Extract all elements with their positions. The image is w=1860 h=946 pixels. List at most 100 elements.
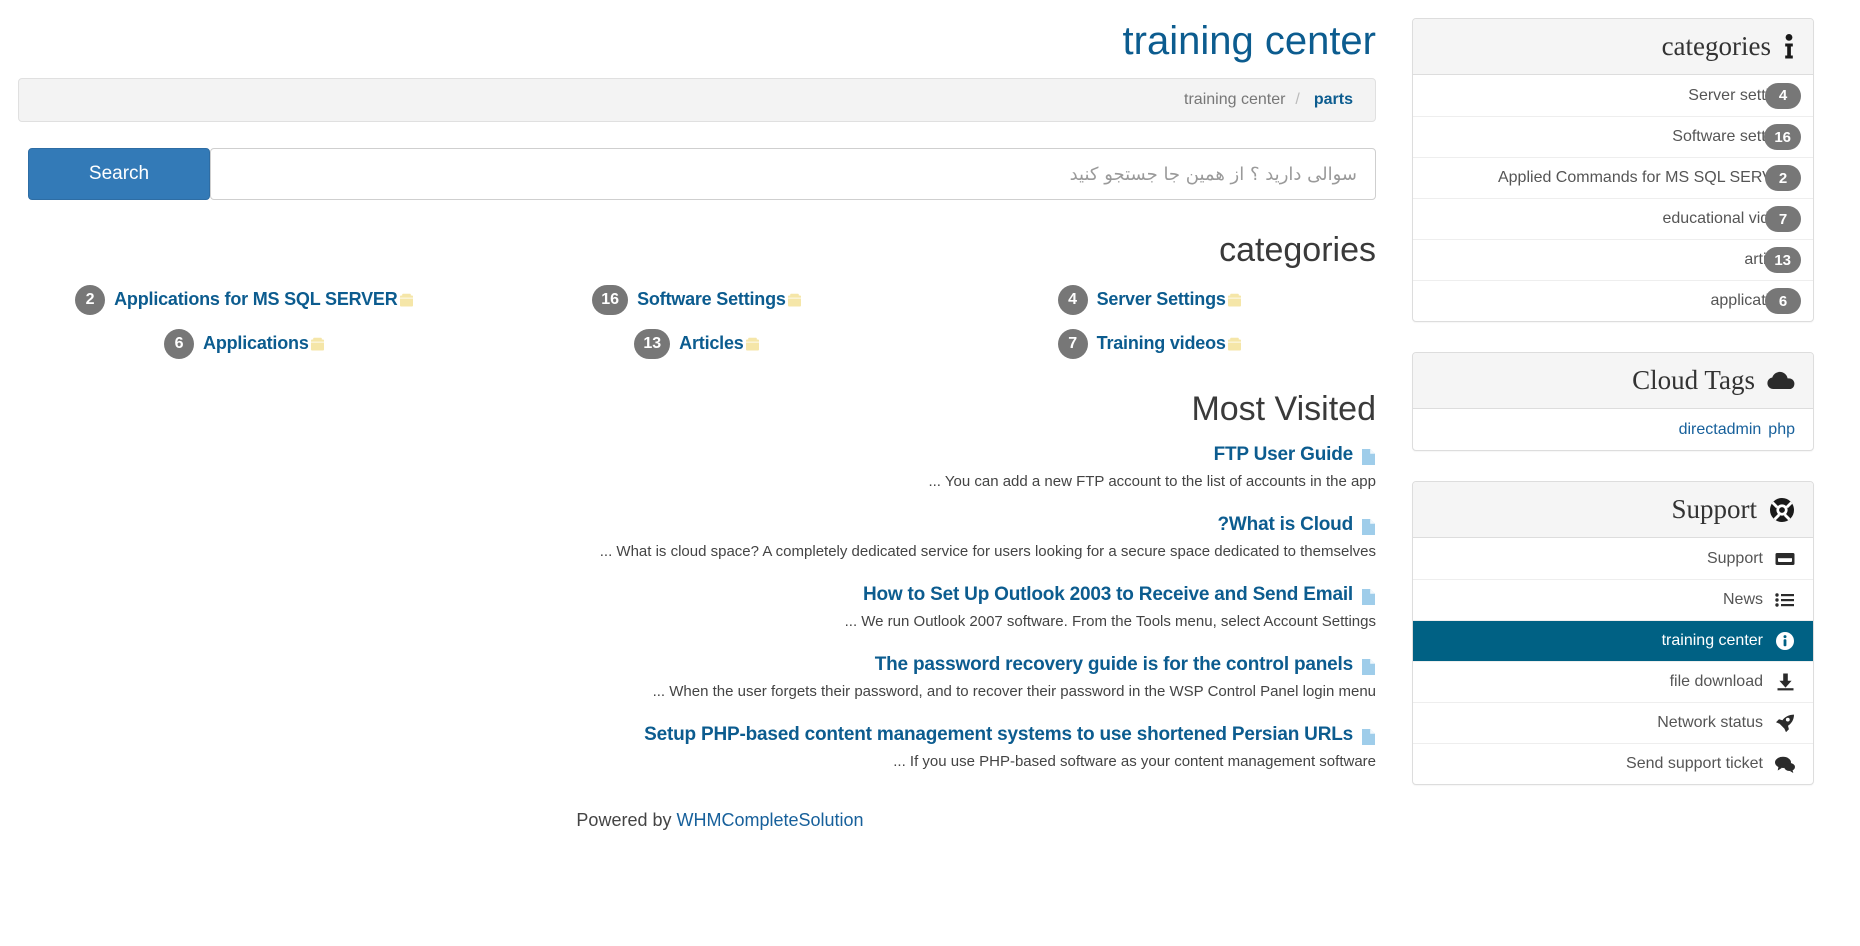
sidebar: categories Server settings 4 Software sett… (1400, 0, 1840, 815)
document-icon (1361, 728, 1376, 746)
support-link[interactable]: News (1413, 580, 1813, 620)
category-link[interactable]: 7 Training videos (1057, 328, 1242, 359)
sidebar-category-count-badge: 6 (1765, 288, 1801, 314)
sidebar-category-link[interactable]: applications (1413, 281, 1813, 321)
search-button[interactable]: Search (28, 148, 210, 200)
category-count-badge: 4 (1057, 284, 1088, 315)
folder-icon (1227, 293, 1242, 308)
category-cell: 6 Applications (18, 328, 471, 359)
category-label: Training videos (1096, 333, 1226, 354)
most-visited-link[interactable]: FTP User Guide (1214, 444, 1354, 466)
category-label: Applications (203, 333, 309, 354)
support-link[interactable]: file download (1413, 662, 1813, 702)
sidebar-categories-title: categories (1661, 31, 1771, 61)
category-link[interactable]: 16 Software Settings (592, 284, 801, 315)
main-content: training center training center / parts Se… (0, 0, 1400, 831)
most-visited-item: Setup PHP-based content management syste… (18, 724, 1376, 772)
most-visited-link[interactable]: ?What is Cloud (1218, 514, 1354, 536)
download-icon (1775, 673, 1795, 691)
sidebar-category-count-badge: 7 (1765, 206, 1801, 232)
cloud-tags-panel: Cloud Tags directadmin php (1412, 352, 1814, 451)
info-circle-icon (1775, 632, 1795, 650)
sidebar-categories-panel: categories Server settings 4 Software sett… (1412, 18, 1814, 322)
sidebar-category-link[interactable]: educational videos (1413, 199, 1813, 239)
most-visited-title-row: ?What is Cloud (18, 514, 1376, 536)
tag-directadmin[interactable]: directadmin (1679, 421, 1762, 439)
category-count-badge: 13 (634, 328, 671, 359)
category-count-badge: 7 (1057, 328, 1088, 359)
support-panel: Support Support News training center file d… (1412, 481, 1814, 785)
category-cell: 13 Articles (471, 328, 924, 359)
support-item: News (1413, 579, 1813, 620)
ticket-icon (1775, 551, 1795, 567)
most-visited-snippet: ... You can add a new FTP account to the… (928, 472, 1376, 490)
most-visited-snippet: ... When the user forgets their password… (652, 682, 1376, 700)
most-visited-link[interactable]: The password recovery guide is for the c… (875, 654, 1353, 676)
sidebar-categories-header: categories (1413, 19, 1813, 75)
most-visited-item: The password recovery guide is for the c… (18, 654, 1376, 702)
support-link[interactable]: Network status (1413, 703, 1813, 743)
support-link[interactable]: Support (1413, 538, 1813, 579)
sidebar-category-count-badge: 2 (1765, 165, 1801, 191)
sidebar-category-label: Applied Commands for MS SQL SERVER (1497, 169, 1795, 186)
support-header: Support (1413, 482, 1813, 538)
sidebar-category-link[interactable]: Software settings (1413, 117, 1813, 157)
folder-icon (310, 337, 325, 352)
support-link[interactable]: Send support ticket (1413, 744, 1813, 784)
list-icon (1775, 592, 1795, 608)
support-item: training center (1413, 620, 1813, 661)
category-link[interactable]: 4 Server Settings (1057, 284, 1242, 315)
document-icon (1361, 448, 1376, 466)
cloud-icon (1767, 371, 1795, 391)
cloud-tags-header: Cloud Tags (1413, 353, 1813, 409)
most-visited-title-row: How to Set Up Outlook 2003 to Receive an… (18, 584, 1376, 606)
sidebar-categories-list: Server settings 4 Software settings 16 Appli… (1413, 75, 1813, 321)
most-visited-snippet: ... We run Outlook 2007 software. From t… (844, 612, 1376, 630)
category-link[interactable]: 6 Applications (164, 328, 325, 359)
folder-icon (1227, 337, 1242, 352)
support-item: Network status (1413, 702, 1813, 743)
sidebar-category-item: Server settings 4 (1413, 75, 1813, 116)
info-icon (1783, 33, 1795, 60)
folder-icon (745, 337, 760, 352)
support-item: file download (1413, 661, 1813, 702)
most-visited-item: How to Set Up Outlook 2003 to Receive an… (18, 584, 1376, 632)
most-visited-link[interactable]: Setup PHP-based content management syste… (644, 724, 1353, 746)
page-title: training center (1122, 19, 1376, 63)
category-link[interactable]: 13 Articles (634, 328, 760, 359)
footer-prefix: Powered by (576, 809, 672, 830)
support-link[interactable]: training center (1413, 621, 1813, 661)
category-count-badge: 16 (592, 284, 629, 315)
footer: Powered by WHMCompleteSolution (0, 810, 1400, 831)
document-icon (1361, 658, 1376, 676)
support-label: News (1722, 591, 1763, 608)
sidebar-category-item: Software settings 16 (1413, 116, 1813, 157)
tag-php[interactable]: php (1768, 421, 1795, 439)
lifebuoy-icon (1769, 497, 1795, 523)
breadcrumb: training center / parts (18, 78, 1376, 122)
breadcrumb-root[interactable]: training center (1184, 91, 1285, 108)
cloud-tags-list: directadmin php (1413, 409, 1813, 450)
sidebar-category-item: articles13 (1413, 239, 1813, 280)
most-visited-item: FTP User Guide ... You can add a new FTP … (18, 444, 1376, 492)
comments-icon (1775, 756, 1795, 773)
footer-link[interactable]: WHMCompleteSolution (677, 810, 864, 830)
most-visited-snippet: ... If you use PHP-based software as you… (893, 752, 1376, 770)
most-visited-list: FTP User Guide ... You can add a new FTP … (18, 444, 1376, 772)
category-label: Server Settings (1096, 289, 1226, 310)
most-visited-snippet: ... What is cloud space? A completely de… (599, 542, 1376, 560)
category-link[interactable]: 2 Applications for MS SQL SERVER (75, 284, 413, 315)
support-item: Send support ticket (1413, 743, 1813, 784)
sidebar-category-link[interactable]: Applied Commands for MS SQL SERVER (1413, 158, 1813, 198)
category-count-badge: 6 (164, 328, 195, 359)
support-label: file download (1669, 673, 1763, 690)
breadcrumb-separator: / (1295, 91, 1300, 108)
category-count-badge: 2 (75, 284, 106, 315)
most-visited-link[interactable]: How to Set Up Outlook 2003 to Receive an… (863, 584, 1353, 606)
support-label: Network status (1657, 714, 1763, 731)
search-input[interactable] (210, 148, 1376, 200)
cloud-tags-title: Cloud Tags (1632, 365, 1755, 395)
sidebar-category-link[interactable]: articles (1413, 240, 1813, 280)
sidebar-category-link[interactable]: Server settings (1413, 75, 1813, 116)
breadcrumb-current[interactable]: parts (1314, 91, 1353, 108)
